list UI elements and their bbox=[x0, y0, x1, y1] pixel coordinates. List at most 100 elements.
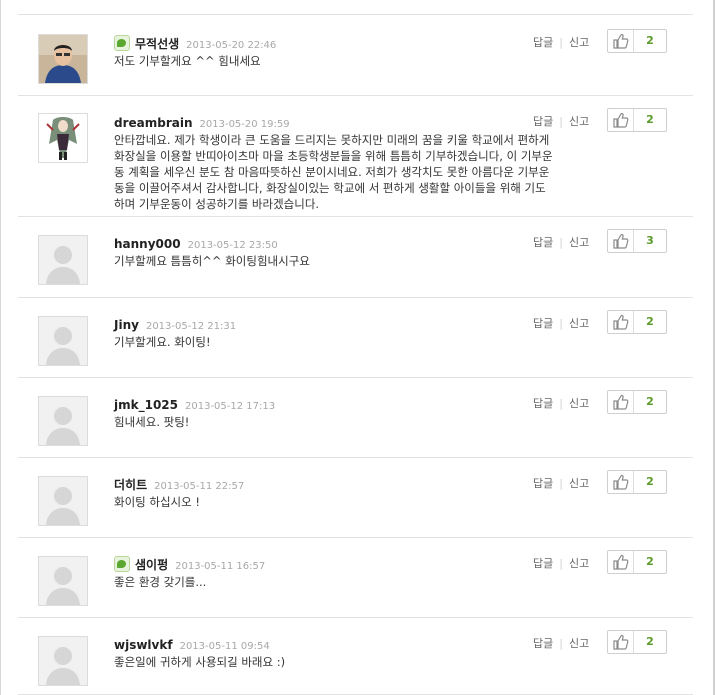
nickname[interactable]: Jiny bbox=[114, 318, 139, 332]
nickname[interactable]: 무적선생 bbox=[135, 37, 179, 51]
thumbs-up-icon bbox=[613, 634, 629, 654]
verified-badge-icon bbox=[114, 556, 130, 572]
comment-item: Jiny 2013-05-12 21:31 기부할게요. 화이팅! 답글 | 신고 2 bbox=[18, 297, 693, 378]
comment-item: 샘이펑 2013-05-11 16:57 좋은 환경 갖기를... 답글 | 신고 2 bbox=[18, 537, 693, 618]
comment-header: hanny000 2013-05-12 23:50 bbox=[114, 233, 278, 251]
like-button[interactable]: 2 bbox=[607, 470, 667, 494]
comment-item: jmk_1025 2013-05-12 17:13 힘내세요. 팟팅! 답글 | 신고 2 bbox=[18, 377, 693, 458]
nickname[interactable]: dreambrain bbox=[114, 116, 193, 130]
reply-button[interactable]: 답글 bbox=[533, 477, 553, 490]
report-button[interactable]: 신고 bbox=[569, 236, 589, 249]
comment-item: 무적선생 2013-05-20 22:46 저도 기부할게요 ^^ 힘내세요 답글 | 신… bbox=[18, 15, 693, 96]
comment-item: hanny000 2013-05-12 23:50 기부할께요 틈틈히^^ 화이팅힘… bbox=[18, 216, 693, 298]
action-separator: | bbox=[559, 397, 563, 410]
reply-button[interactable]: 답글 bbox=[533, 115, 553, 128]
thumbs-up-icon bbox=[613, 112, 629, 132]
comment-header: Jiny 2013-05-12 21:31 bbox=[114, 314, 237, 332]
report-button[interactable]: 신고 bbox=[569, 477, 589, 490]
nickname[interactable]: hanny000 bbox=[114, 237, 181, 251]
comment-date: 2013-05-12 17:13 bbox=[185, 401, 276, 412]
comment-date: 2013-05-20 19:59 bbox=[199, 119, 290, 130]
like-count: 2 bbox=[646, 635, 654, 648]
nickname[interactable]: 샘이펑 bbox=[135, 558, 168, 572]
comment-actions: 답글 | 신고 bbox=[533, 555, 589, 571]
avatar[interactable] bbox=[38, 396, 88, 446]
action-separator: | bbox=[559, 557, 563, 570]
comment-date: 2013-05-11 16:57 bbox=[175, 561, 266, 572]
comment-date: 2013-05-12 21:31 bbox=[145, 321, 237, 332]
comment-header: jmk_1025 2013-05-12 17:13 bbox=[114, 394, 276, 412]
action-separator: | bbox=[559, 115, 563, 128]
like-count: 3 bbox=[646, 234, 654, 247]
like-button[interactable]: 2 bbox=[607, 310, 667, 334]
avatar[interactable] bbox=[38, 476, 88, 526]
comment-actions: 답글 | 신고 bbox=[533, 395, 589, 411]
thumbs-up-icon bbox=[613, 554, 629, 574]
comment-header: 더히트 2013-05-11 22:57 bbox=[114, 474, 245, 492]
comment-text: 안타깝네요. 제가 학생이라 큰 도움을 드리지는 못하지만 미래의 꿈을 키울… bbox=[114, 133, 553, 211]
comment-header: 무적선생 2013-05-20 22:46 bbox=[114, 33, 277, 51]
comment-item: wjswlvkf 2013-05-11 09:54 좋은일에 귀하게 사용되길 바래… bbox=[18, 617, 693, 695]
report-button[interactable]: 신고 bbox=[569, 36, 589, 49]
thumbs-up-icon bbox=[613, 233, 629, 253]
comment-text: 힘내세요. 팟팅! bbox=[114, 415, 190, 429]
reply-button[interactable]: 답글 bbox=[533, 637, 553, 650]
verified-badge-icon bbox=[114, 35, 130, 51]
reply-button[interactable]: 답글 bbox=[533, 397, 553, 410]
avatar[interactable] bbox=[38, 34, 88, 84]
like-button[interactable]: 2 bbox=[607, 29, 667, 53]
comment-text: 저도 기부할게요 ^^ 힘내세요 bbox=[114, 54, 261, 68]
avatar[interactable] bbox=[38, 113, 88, 163]
comment-actions: 답글 | 신고 bbox=[533, 113, 589, 129]
comment-actions: 답글 | 신고 bbox=[533, 34, 589, 50]
report-button[interactable]: 신고 bbox=[569, 115, 589, 128]
like-button[interactable]: 2 bbox=[607, 390, 667, 414]
comment-text: 기부할께요 틈틈히^^ 화이팅힘내시구요 bbox=[114, 254, 310, 268]
comment-date: 2013-05-11 22:57 bbox=[154, 481, 245, 492]
reply-button[interactable]: 답글 bbox=[533, 317, 553, 330]
comment-text: 좋은일에 귀하게 사용되길 바래요 :) bbox=[114, 655, 286, 669]
like-count: 2 bbox=[646, 34, 654, 47]
reply-button[interactable]: 답글 bbox=[533, 236, 553, 249]
like-button[interactable]: 3 bbox=[607, 229, 667, 253]
nickname[interactable]: 더히트 bbox=[114, 478, 147, 492]
reply-button[interactable]: 답글 bbox=[533, 36, 553, 49]
like-count: 2 bbox=[646, 315, 654, 328]
like-button[interactable]: 2 bbox=[607, 550, 667, 574]
avatar[interactable] bbox=[38, 316, 88, 366]
comment-date: 2013-05-20 22:46 bbox=[186, 40, 277, 51]
action-separator: | bbox=[559, 317, 563, 330]
like-count: 2 bbox=[646, 555, 654, 568]
like-count: 2 bbox=[646, 395, 654, 408]
avatar[interactable] bbox=[38, 636, 88, 686]
comment-actions: 답글 | 신고 bbox=[533, 475, 589, 491]
report-button[interactable]: 신고 bbox=[569, 317, 589, 330]
action-separator: | bbox=[559, 36, 563, 49]
comment-text: 화이팅 하십시오 ! bbox=[114, 495, 200, 509]
thumbs-up-icon bbox=[613, 474, 629, 494]
action-separator: | bbox=[559, 236, 563, 249]
comment-text: 좋은 환경 갖기를... bbox=[114, 575, 207, 589]
comment-text: 기부할게요. 화이팅! bbox=[114, 335, 211, 349]
avatar[interactable] bbox=[38, 235, 88, 285]
like-count: 2 bbox=[646, 113, 654, 126]
report-button[interactable]: 신고 bbox=[569, 637, 589, 650]
comment-item: 더히트 2013-05-11 22:57 화이팅 하십시오 ! 답글 | 신고 2 bbox=[18, 457, 693, 538]
thumbs-up-icon bbox=[613, 33, 629, 53]
comment-actions: 답글 | 신고 bbox=[533, 234, 589, 250]
like-button[interactable]: 2 bbox=[607, 630, 667, 654]
nickname[interactable]: wjswlvkf bbox=[114, 638, 173, 652]
nickname[interactable]: jmk_1025 bbox=[114, 398, 178, 412]
thumbs-up-icon bbox=[613, 394, 629, 414]
thumbs-up-icon bbox=[613, 314, 629, 334]
comment-header: wjswlvkf 2013-05-11 09:54 bbox=[114, 634, 270, 652]
avatar[interactable] bbox=[38, 556, 88, 606]
like-button[interactable]: 2 bbox=[607, 108, 667, 132]
action-separator: | bbox=[559, 477, 563, 490]
comment-header: dreambrain 2013-05-20 19:59 bbox=[114, 112, 290, 130]
action-separator: | bbox=[559, 637, 563, 650]
report-button[interactable]: 신고 bbox=[569, 557, 589, 570]
comment-date: 2013-05-12 23:50 bbox=[187, 240, 278, 251]
reply-button[interactable]: 답글 bbox=[533, 557, 553, 570]
report-button[interactable]: 신고 bbox=[569, 397, 589, 410]
